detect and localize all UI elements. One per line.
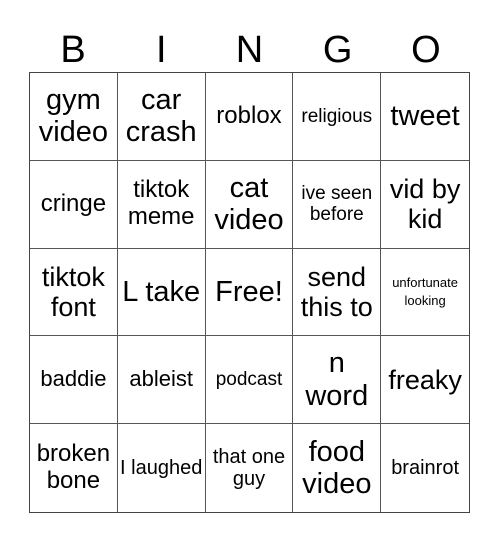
bingo-cell[interactable]: n word [293,336,382,425]
bingo-cell[interactable]: baddie [30,336,118,425]
bingo-cell[interactable]: L take [117,248,206,337]
header-letter-b: B [60,29,86,71]
header-letter-g: G [322,29,353,71]
bingo-cell[interactable]: broken bone [30,424,118,512]
header-letter-o: O [411,29,441,71]
bingo-cell[interactable]: food video [293,424,382,512]
bingo-cell[interactable]: roblox [205,73,294,161]
bingo-cell[interactable]: tweet [381,73,469,161]
bingo-cell[interactable]: religious [293,73,382,161]
free-space-cell[interactable]: Free! [205,248,294,337]
bingo-cell[interactable]: I laughed [118,424,206,512]
bingo-header: B I N G O [29,28,470,72]
bingo-cell[interactable]: cat video [205,160,294,249]
bingo-cell[interactable]: freaky [381,336,469,425]
bingo-cell[interactable]: tiktok meme [117,160,206,249]
bingo-cell[interactable]: ive seen before [293,160,382,249]
header-letter-n: N [235,29,264,71]
bingo-cell[interactable]: send this to [293,248,382,337]
bingo-cell[interactable]: unfortunate looking [381,249,469,337]
bingo-cell[interactable]: brainrot [381,424,469,512]
bingo-cell[interactable]: vid by kid [381,161,469,249]
header-letter-i: I [156,29,167,71]
bingo-cell[interactable]: car crash [117,73,206,161]
bingo-cell[interactable]: gym video [30,73,118,161]
bingo-cell[interactable]: that one guy [206,424,294,512]
bingo-cell[interactable]: ableist [117,336,206,425]
bingo-cell[interactable]: podcast [205,336,294,425]
bingo-grid: gym video car crash roblox religious twe… [29,72,470,513]
bingo-cell[interactable]: cringe [30,160,118,249]
bingo-cell[interactable]: tiktok font [30,248,118,337]
